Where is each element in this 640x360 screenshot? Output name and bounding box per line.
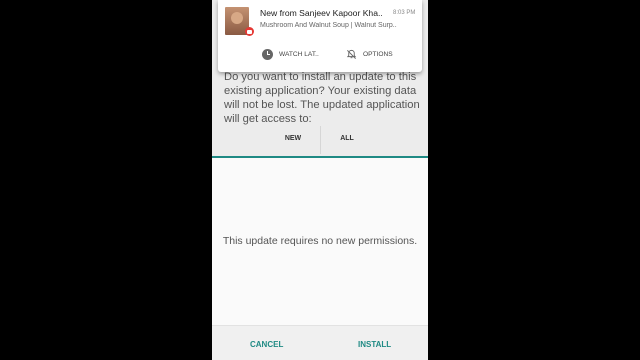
youtube-badge-icon xyxy=(245,27,254,36)
clock-icon xyxy=(262,48,273,60)
avatar-face xyxy=(231,12,243,24)
tab-all[interactable]: ALL xyxy=(320,126,374,156)
options-label: OPTIONS xyxy=(363,50,393,58)
tab-new[interactable]: NEW xyxy=(266,126,320,156)
notification-title: New from Sanjeev Kapoor Kha.. xyxy=(260,8,383,18)
permission-tabs: NEW ALL xyxy=(212,126,428,156)
options-action[interactable]: OPTIONS xyxy=(346,47,393,61)
watch-later-action[interactable]: WATCH LAT.. xyxy=(262,47,319,61)
install-prompt: Do you want to install an update to this… xyxy=(224,71,420,125)
bell-off-icon xyxy=(346,49,357,59)
accent-divider xyxy=(212,156,428,158)
cancel-button[interactable]: CANCEL xyxy=(250,340,283,349)
notification-time: 8:03 PM xyxy=(393,10,416,16)
heads-up-notification[interactable]: New from Sanjeev Kapoor Kha.. 8:03 PM Mu… xyxy=(218,0,422,72)
watch-later-label: WATCH LAT.. xyxy=(279,50,319,58)
install-button[interactable]: INSTALL xyxy=(358,340,391,349)
notification-text: Mushroom And Walnut Soup | Walnut Surp.. xyxy=(260,22,397,29)
button-bar: CANCEL INSTALL xyxy=(212,325,428,360)
permissions-message: This update requires no new permissions. xyxy=(222,235,418,247)
